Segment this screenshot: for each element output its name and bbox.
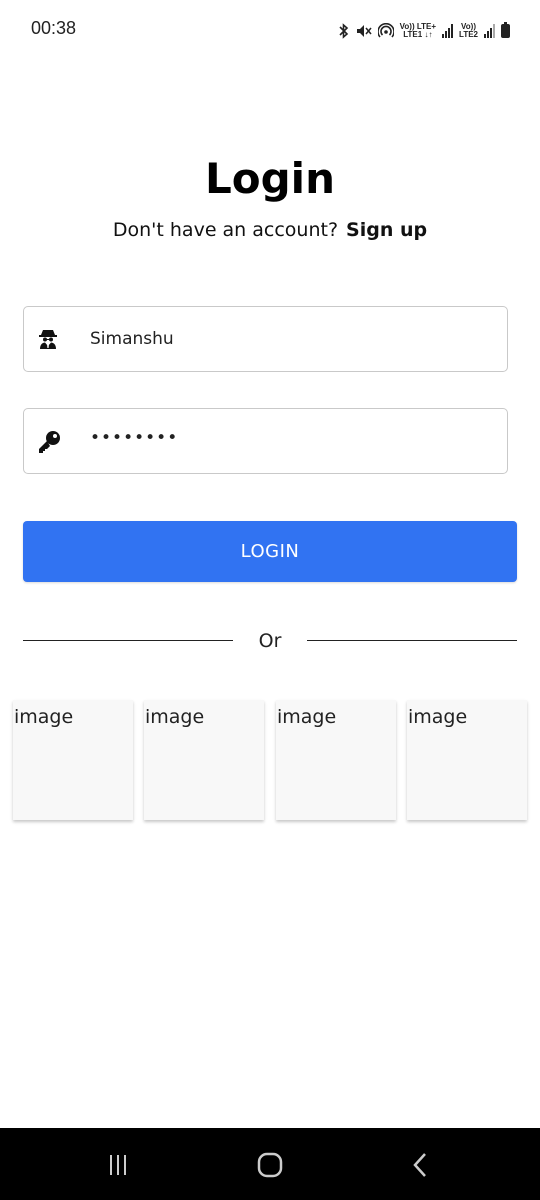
password-value: •••••••• [90, 428, 179, 448]
sim2-network-label: Vo)) LTE2 [459, 22, 478, 39]
signup-prompt: Don't have an account? Sign up [0, 219, 540, 241]
divider-right [307, 640, 517, 641]
status-time: 00:38 [31, 18, 77, 38]
username-value: Simanshu [90, 329, 174, 349]
tile-label: image [277, 706, 337, 728]
signup-prompt-text: Don't have an account? [112, 219, 339, 241]
recent-apps-button[interactable] [98, 1150, 138, 1180]
social-login-tile-4[interactable]: image [407, 700, 527, 820]
tile-label: image [408, 706, 468, 728]
back-button[interactable] [400, 1150, 440, 1180]
signal-icon-sim2 [484, 24, 495, 38]
social-login-tile-3[interactable]: image [276, 700, 396, 820]
status-icons: Vo)) LTE+ LTE1 ↓↑ Vo)) LTE2 [338, 20, 510, 42]
signup-link[interactable]: Sign up [346, 219, 427, 241]
hotspot-icon [377, 23, 394, 39]
tile-label: image [145, 706, 205, 728]
key-icon [36, 429, 60, 453]
mute-icon [356, 23, 372, 39]
login-button[interactable]: LOGIN [23, 521, 517, 582]
social-login-tile-1[interactable]: image [13, 700, 133, 820]
battery-icon [501, 22, 510, 38]
status-bar: 00:38 Vo)) LTE+ LTE1 ↓↑ Vo)) LTE2 [0, 0, 540, 58]
signal-icon [442, 24, 454, 38]
password-field[interactable]: •••••••• [23, 408, 508, 474]
username-field[interactable]: Simanshu [23, 306, 508, 372]
sim1-network-label: Vo)) LTE+ LTE1 ↓↑ [399, 22, 437, 39]
tile-label: image [14, 706, 74, 728]
social-login-tile-2[interactable]: image [144, 700, 264, 820]
page-title: Login [205, 154, 335, 203]
system-nav-bar [0, 1128, 540, 1200]
incognito-user-icon [36, 327, 60, 351]
home-icon [257, 1152, 283, 1178]
divider-or-text: Or [258, 630, 282, 652]
home-button[interactable] [250, 1150, 290, 1180]
recent-apps-icon [110, 1155, 126, 1175]
bluetooth-icon [338, 23, 350, 39]
back-icon [413, 1153, 426, 1177]
